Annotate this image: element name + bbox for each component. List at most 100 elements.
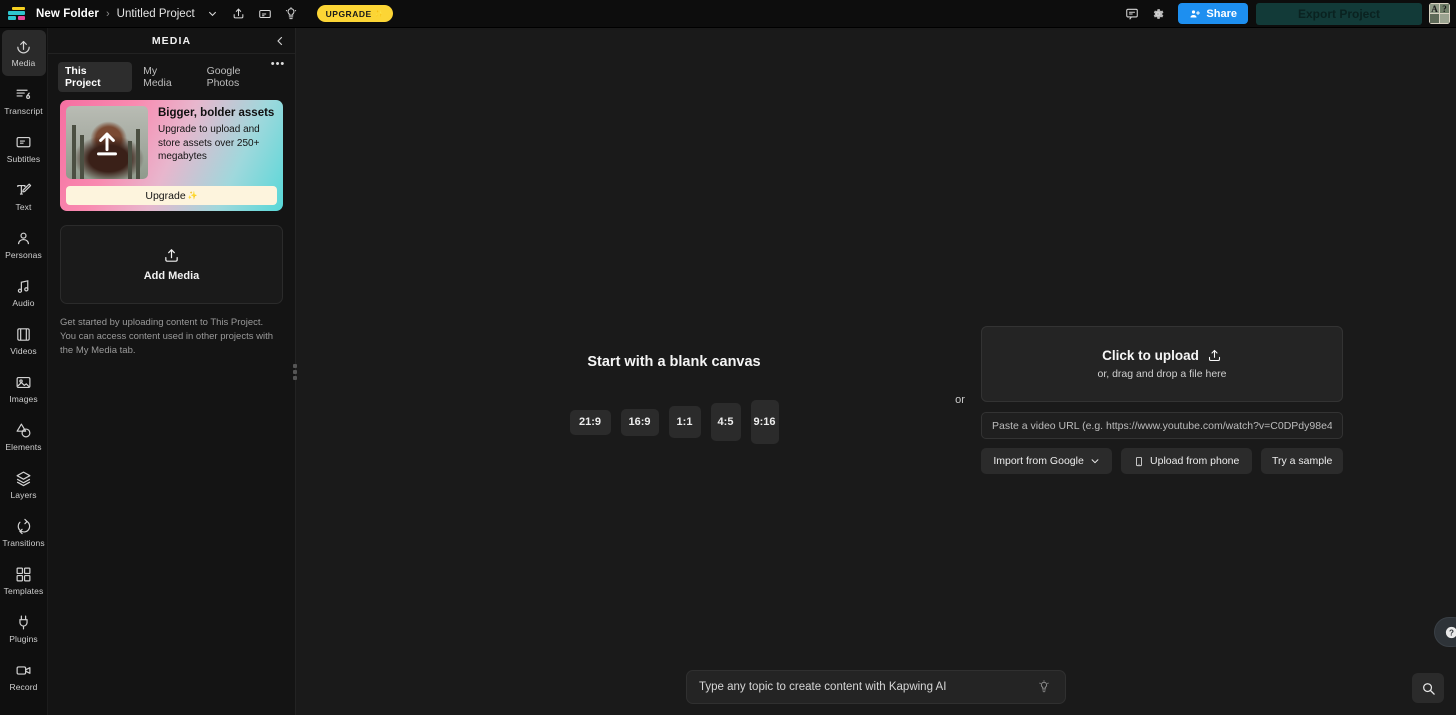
- upload-column: Click to upload or, drag and drop a file…: [981, 326, 1343, 474]
- add-person-icon: [1190, 9, 1201, 17]
- editor-body: Media Transcript Subtitles Text Personas…: [0, 28, 1456, 715]
- sidebar-item-media[interactable]: Media: [1, 30, 46, 76]
- upload-subtitle: or, drag and drop a file here: [1097, 368, 1227, 380]
- zoom-search-button[interactable]: [1412, 673, 1444, 703]
- sidebar-item-label: Transcript: [4, 106, 43, 116]
- lightbulb-icon[interactable]: [279, 3, 303, 25]
- sidebar-item-label: Media: [11, 58, 36, 68]
- import-from-google-button[interactable]: Import from Google: [981, 448, 1113, 474]
- sidebar-item-transcript[interactable]: Transcript: [2, 78, 46, 124]
- gear-icon[interactable]: [1146, 3, 1170, 25]
- upload-action-buttons: Import from Google Upload from phone Try…: [981, 448, 1343, 474]
- sidebar-item-label: Images: [9, 394, 38, 404]
- kapwing-ai-prompt-bar[interactable]: Type any topic to create content with Ka…: [686, 670, 1066, 704]
- top-toolbar: New Folder › Untitled Project UPGRADE ✨: [0, 0, 1456, 28]
- try-a-sample-button[interactable]: Try a sample: [1261, 448, 1343, 474]
- upgrade-button[interactable]: UPGRADE ✨: [316, 5, 393, 22]
- breadcrumb-separator: ›: [105, 7, 110, 20]
- tab-my-media[interactable]: My Media: [136, 62, 195, 92]
- transitions-icon: [15, 518, 32, 535]
- sidebar-item-label: Videos: [10, 346, 37, 356]
- media-upload-icon: [15, 38, 32, 55]
- export-project-button[interactable]: Export Project: [1256, 2, 1422, 25]
- user-avatar[interactable]: A ?: [1429, 3, 1450, 24]
- chevron-down-icon[interactable]: [201, 3, 225, 25]
- kapwing-logo[interactable]: [8, 6, 26, 21]
- ratio-button-21-9[interactable]: 21:9: [569, 409, 611, 435]
- add-media-label: Add Media: [143, 270, 200, 282]
- svg-text:A: A: [1431, 4, 1438, 14]
- lightbulb-icon[interactable]: [1035, 678, 1053, 696]
- sparkle-icon: ✨: [374, 10, 384, 18]
- sidebar-item-videos[interactable]: Videos: [2, 318, 46, 364]
- upload-arrow-icon: [97, 132, 117, 156]
- upload-from-phone-button[interactable]: Upload from phone: [1121, 448, 1253, 474]
- transcript-icon: [15, 86, 32, 103]
- sidebar-item-audio[interactable]: Audio: [2, 270, 46, 316]
- sidebar-item-record[interactable]: Record: [2, 654, 46, 700]
- breadcrumb-project[interactable]: Untitled Project: [117, 8, 195, 20]
- media-panel-header: MEDIA: [48, 28, 295, 54]
- sparkle-icon: ✨: [187, 191, 198, 200]
- add-media-dropzone[interactable]: Add Media: [60, 225, 283, 304]
- phone-icon: [1134, 455, 1144, 468]
- sidebar-item-text[interactable]: Text: [2, 174, 46, 220]
- ratio-button-4-5[interactable]: 4:5: [710, 403, 741, 441]
- panel-help-text: Get started by uploading content to This…: [60, 317, 273, 356]
- ratio-button-1-1[interactable]: 1:1: [668, 406, 701, 438]
- svg-text:?: ?: [1442, 4, 1447, 14]
- upgrade-promo-card[interactable]: Bigger, bolder assets Upgrade to upload …: [60, 100, 283, 211]
- share-icon[interactable]: [227, 3, 251, 25]
- ratio-button-9-16[interactable]: 9:16: [750, 400, 779, 444]
- click-to-upload-dropzone[interactable]: Click to upload or, drag and drop a file…: [981, 326, 1343, 402]
- sidebar-item-label: Audio: [12, 298, 35, 308]
- svg-text:?: ?: [1449, 628, 1454, 637]
- panel-resize-handle[interactable]: [291, 358, 299, 386]
- sidebar-item-transitions[interactable]: Transitions: [2, 510, 46, 556]
- upgrade-label: UPGRADE: [325, 8, 372, 19]
- sidebar-item-label: Personas: [5, 250, 42, 260]
- subtitles-icon: [15, 134, 32, 151]
- sidebar-item-templates[interactable]: Templates: [2, 558, 46, 604]
- canvas-area: Start with a blank canvas 21:9 16:9 1:1 …: [296, 28, 1456, 715]
- sidebar-item-label: Transitions: [2, 538, 45, 548]
- aspect-ratio-options: 21:9 16:9 1:1 4:5 9:16: [569, 398, 779, 446]
- comment-icon[interactable]: [1120, 3, 1144, 25]
- left-rail: Media Transcript Subtitles Text Personas…: [0, 28, 48, 715]
- promo-upgrade-button[interactable]: Upgrade ✨: [66, 186, 277, 205]
- sidebar-item-label: Plugins: [9, 634, 38, 644]
- video-url-input[interactable]: [981, 412, 1343, 439]
- sidebar-item-layers[interactable]: Layers: [2, 462, 46, 508]
- more-horizontal-icon[interactable]: •••: [269, 56, 287, 72]
- layers-icon: [15, 470, 32, 487]
- ratio-button-16-9[interactable]: 16:9: [620, 408, 659, 436]
- sidebar-item-personas[interactable]: Personas: [2, 222, 46, 268]
- upload-icon: [163, 247, 180, 264]
- import-from-google-label: Import from Google: [993, 455, 1084, 467]
- elements-shapes-icon: [15, 422, 32, 439]
- sidebar-item-label: Elements: [5, 442, 42, 452]
- sidebar-item-label: Templates: [3, 586, 44, 596]
- share-button[interactable]: Share: [1178, 3, 1248, 24]
- upload-icon: [1207, 348, 1222, 363]
- ai-prompt-placeholder[interactable]: Type any topic to create content with Ka…: [699, 681, 1035, 693]
- audio-note-icon: [15, 278, 32, 295]
- start-options: Start with a blank canvas 21:9 16:9 1:1 …: [296, 326, 1456, 474]
- text-icon: [15, 182, 32, 199]
- blank-canvas-title: Start with a blank canvas: [587, 354, 761, 370]
- kapwing-editor: New Folder › Untitled Project UPGRADE ✨: [0, 0, 1456, 715]
- frame-icon[interactable]: [253, 3, 277, 25]
- sidebar-item-images[interactable]: Images: [2, 366, 46, 412]
- sidebar-item-elements[interactable]: Elements: [2, 414, 46, 460]
- upload-from-phone-label: Upload from phone: [1150, 455, 1240, 467]
- tab-this-project[interactable]: This Project: [58, 62, 133, 92]
- help-button[interactable]: ?: [1434, 617, 1456, 647]
- templates-grid-icon: [15, 566, 32, 583]
- sidebar-item-plugins[interactable]: Plugins: [2, 606, 46, 652]
- share-button-label: Share: [1206, 7, 1237, 20]
- sidebar-item-subtitles[interactable]: Subtitles: [2, 126, 46, 172]
- breadcrumb-folder[interactable]: New Folder: [36, 8, 99, 20]
- media-panel: MEDIA This Project My Media Google Photo…: [48, 28, 299, 715]
- sidebar-item-label: Layers: [10, 490, 37, 500]
- chevron-left-icon[interactable]: [271, 32, 289, 50]
